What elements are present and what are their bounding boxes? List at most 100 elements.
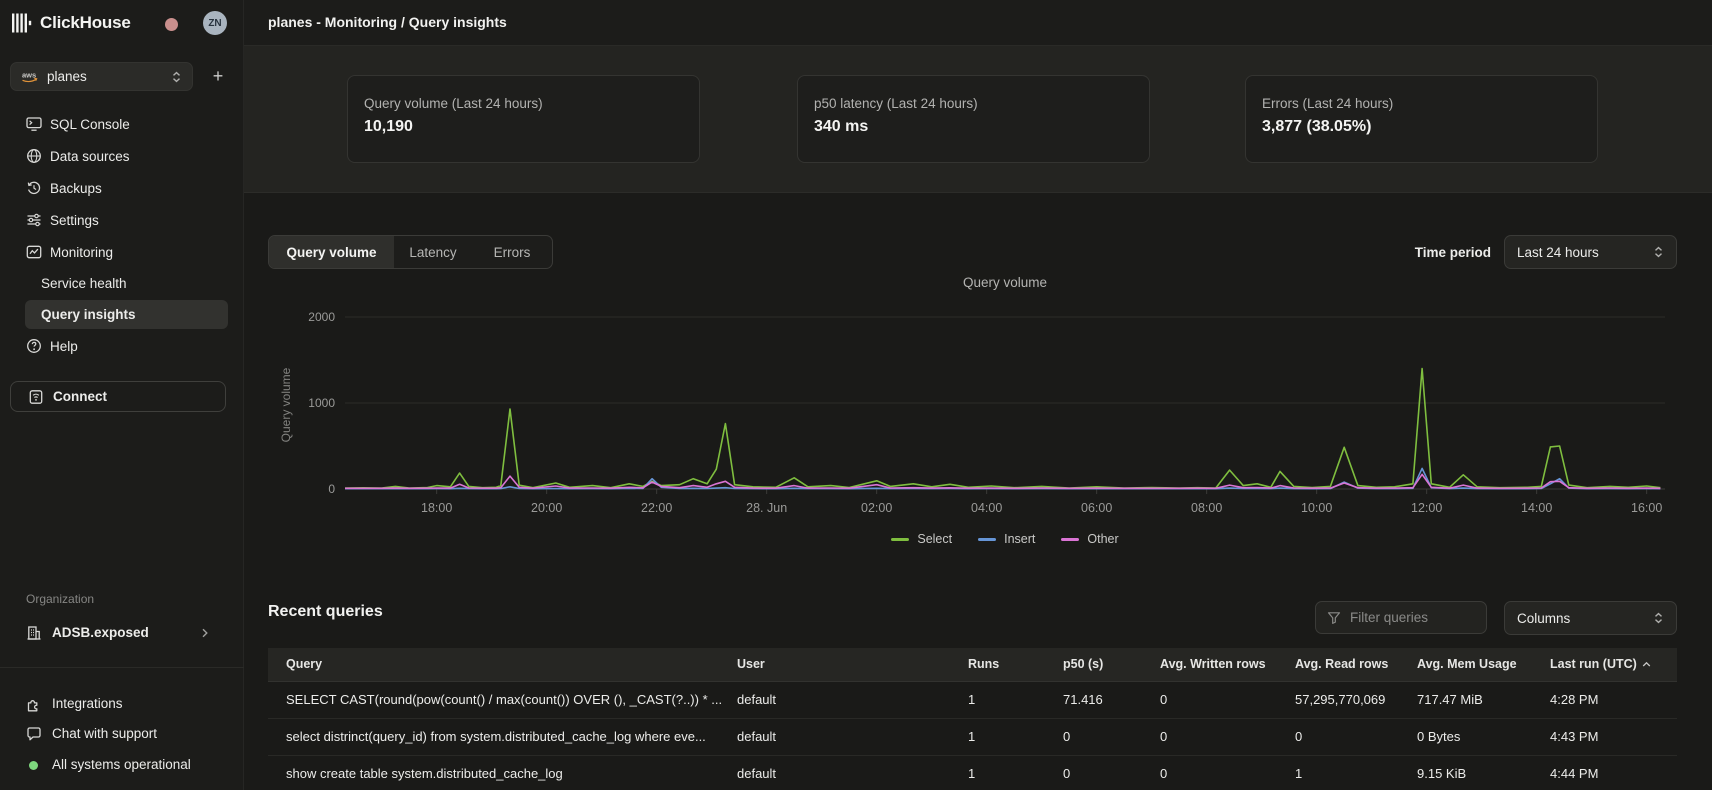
cell-query: show create table system.distributed_cac…: [268, 755, 737, 790]
sidebar-item-label: Help: [50, 339, 78, 354]
table-row[interactable]: SELECT CAST(round(pow(count() / max(coun…: [268, 681, 1677, 718]
legend-item-other[interactable]: Other: [1061, 532, 1118, 546]
cell-p50: 0: [1063, 755, 1160, 790]
topbar: planes - Monitoring / Query insights: [244, 0, 1712, 46]
legend-label: Other: [1087, 532, 1118, 546]
cell-user: default: [737, 755, 968, 790]
svg-text:04:00: 04:00: [971, 501, 1002, 515]
sidebar-item-label: Data sources: [50, 149, 130, 164]
globe-icon: [26, 148, 42, 164]
svg-text:06:00: 06:00: [1081, 501, 1112, 515]
table-row[interactable]: show create table system.distributed_cac…: [268, 755, 1677, 790]
chart-icon: [26, 244, 42, 260]
service-name: planes: [47, 69, 162, 84]
user-avatar[interactable]: ZN: [203, 11, 227, 35]
svg-text:20:00: 20:00: [531, 501, 562, 515]
cell-avg-mem-usage: 9.15 KiB: [1417, 755, 1550, 790]
footer-item-label: Chat with support: [52, 719, 157, 749]
sidebar-item-settings[interactable]: Settings: [0, 205, 244, 235]
page-title: planes - Monitoring / Query insights: [268, 0, 507, 45]
col-header-user[interactable]: User: [737, 648, 968, 681]
stats-band: Query volume (Last 24 hours) 10,190 p50 …: [244, 46, 1712, 193]
sidebar-item-help[interactable]: Help: [0, 331, 244, 361]
chevron-up-down-icon: [171, 71, 182, 83]
chart-tab-group: Query volume Latency Errors: [268, 235, 553, 269]
chart-legend: Select Insert Other: [345, 532, 1665, 546]
col-header-runs[interactable]: Runs: [968, 648, 1063, 681]
cell-avg-read-rows: 1: [1295, 755, 1417, 790]
cell-user: default: [737, 718, 968, 755]
stat-value: 340 ms: [814, 118, 1133, 136]
sidebar-item-query-insights[interactable]: Query insights: [25, 300, 228, 329]
time-period-select[interactable]: Last 24 hours: [1504, 235, 1677, 269]
cell-last-run: 4:43 PM: [1550, 718, 1677, 755]
svg-text:10:00: 10:00: [1301, 501, 1332, 515]
table-row[interactable]: select distrinct(query_id) from system.d…: [268, 718, 1677, 755]
service-selector[interactable]: aws planes: [10, 62, 193, 91]
sidebar-item-service-health[interactable]: Service health: [0, 268, 244, 298]
stat-label: Errors (Last 24 hours): [1262, 96, 1581, 111]
sidebar-item-label: Monitoring: [50, 245, 113, 260]
svg-text:aws: aws: [22, 71, 36, 80]
status-label: All systems operational: [52, 750, 191, 780]
puzzle-icon: [26, 696, 42, 712]
footer-item-label: Integrations: [52, 689, 123, 719]
col-header-last-run[interactable]: Last run (UTC): [1550, 648, 1677, 681]
chevron-up-down-icon: [1653, 612, 1664, 624]
col-header-avg-mem-usage[interactable]: Avg. Mem Usage: [1417, 648, 1550, 681]
col-header-query[interactable]: Query: [268, 648, 737, 681]
stat-label: p50 latency (Last 24 hours): [814, 96, 1133, 111]
svg-text:0: 0: [328, 482, 335, 496]
cell-query: select distrinct(query_id) from system.d…: [268, 718, 737, 755]
tab-latency[interactable]: Latency: [394, 236, 472, 268]
tab-query-volume[interactable]: Query volume: [269, 236, 394, 268]
legend-item-insert[interactable]: Insert: [978, 532, 1035, 546]
add-service-button[interactable]: +: [205, 64, 231, 89]
col-header-avg-read-rows[interactable]: Avg. Read rows: [1295, 648, 1417, 681]
col-header-avg-written-rows[interactable]: Avg. Written rows: [1160, 648, 1295, 681]
svg-text:2000: 2000: [308, 310, 335, 324]
sidebar: ClickHouse ZN aws planes + SQL Console: [0, 0, 244, 790]
tab-errors[interactable]: Errors: [472, 236, 552, 268]
organization-row[interactable]: ADSB.exposed: [0, 619, 244, 647]
columns-select[interactable]: Columns: [1504, 601, 1677, 635]
cell-user: default: [737, 681, 968, 718]
sidebar-item-integrations[interactable]: Integrations: [0, 689, 244, 719]
filter-queries-box: [1315, 601, 1487, 634]
sidebar-item-label: Settings: [50, 213, 99, 228]
filter-queries-input[interactable]: [1350, 610, 1470, 625]
clickhouse-cloud-app: ClickHouse ZN aws planes + SQL Console: [0, 0, 1712, 790]
system-status[interactable]: All systems operational: [0, 750, 244, 780]
notification-dot[interactable]: [165, 18, 178, 31]
other-series-swatch: [1061, 538, 1079, 541]
recent-queries-heading: Recent queries: [268, 603, 383, 621]
svg-text:12:00: 12:00: [1411, 501, 1442, 515]
legend-item-select[interactable]: Select: [891, 532, 952, 546]
sidebar-item-label: Service health: [41, 276, 127, 291]
building-icon: [26, 625, 42, 641]
svg-text:02:00: 02:00: [861, 501, 892, 515]
connect-button[interactable]: Connect: [10, 381, 226, 412]
query-volume-chart[interactable]: 010002000Query volume18:0020:0022:0028. …: [244, 288, 1712, 528]
sidebar-item-chat-support[interactable]: Chat with support: [0, 719, 244, 749]
sort-ascending-icon: [1642, 661, 1651, 668]
legend-label: Insert: [1004, 532, 1035, 546]
sidebar-item-monitoring[interactable]: Monitoring: [0, 237, 244, 267]
svg-text:14:00: 14:00: [1521, 501, 1552, 515]
table-header-row: Query User Runs p50 (s) Avg. Written row…: [268, 648, 1677, 681]
col-header-p50[interactable]: p50 (s): [1063, 648, 1160, 681]
brand[interactable]: ClickHouse: [11, 12, 131, 34]
sidebar-item-backups[interactable]: Backups: [0, 173, 244, 203]
connect-icon: [28, 389, 44, 405]
sidebar-item-sql-console[interactable]: SQL Console: [0, 109, 244, 139]
chat-icon: [26, 726, 42, 742]
cell-last-run: 4:44 PM: [1550, 755, 1677, 790]
stat-label: Query volume (Last 24 hours): [364, 96, 683, 111]
sidebar-item-data-sources[interactable]: Data sources: [0, 141, 244, 171]
legend-label: Select: [917, 532, 952, 546]
funnel-icon: [1327, 611, 1341, 625]
organization-section-label: Organization: [26, 592, 94, 606]
recent-queries-table: Query User Runs p50 (s) Avg. Written row…: [268, 648, 1677, 790]
stat-card-query-volume: Query volume (Last 24 hours) 10,190: [347, 75, 700, 163]
chevron-right-icon: [200, 628, 210, 638]
